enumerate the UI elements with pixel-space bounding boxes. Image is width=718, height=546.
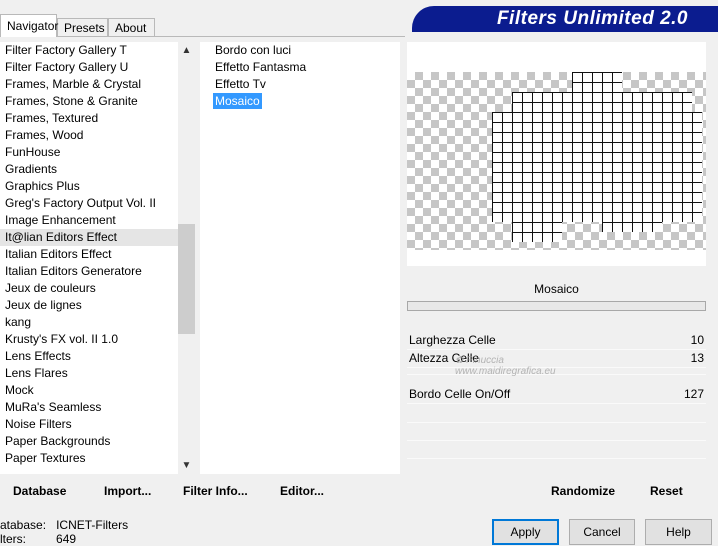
param-value[interactable]: 127	[684, 386, 704, 403]
category-item[interactable]: FunHouse	[0, 144, 178, 161]
editor-button[interactable]: Editor...	[280, 484, 324, 498]
scroll-down-icon[interactable]: ▼	[178, 457, 195, 474]
category-item[interactable]: Jeux de lignes	[0, 297, 178, 314]
category-item[interactable]: Paper Textures	[0, 450, 178, 467]
filter-item-label: Effetto Fantasma	[215, 60, 307, 74]
category-item[interactable]: Greg's Factory Output Vol. II	[0, 195, 178, 212]
param-divider	[407, 440, 706, 441]
category-item[interactable]: Italian Editors Effect	[0, 246, 178, 263]
param-row[interactable]: Larghezza Celle 10	[407, 332, 706, 350]
preview-mosaic-upper	[512, 92, 692, 112]
database-value: ICNET-Filters	[56, 518, 129, 532]
filter-item-label: Effetto Tv	[215, 77, 266, 91]
param-row[interactable]: Altezza Celle 13	[407, 350, 706, 368]
category-item[interactable]: Noise Filters	[0, 416, 178, 433]
preview-mosaic-bottom-left	[512, 222, 562, 242]
category-item[interactable]: It@lian Editors Effect	[0, 229, 178, 246]
category-scrollbar[interactable]: ▲ ▼	[178, 42, 195, 474]
tab-about[interactable]: About	[108, 18, 155, 36]
randomize-button[interactable]: Randomize	[551, 484, 615, 498]
preview-mosaic-bottom-right	[602, 222, 662, 232]
tab-navigator[interactable]: Navigator	[0, 14, 58, 37]
tab-presets[interactable]: Presets	[57, 18, 108, 36]
category-item[interactable]: Jeux de couleurs	[0, 280, 178, 297]
parameter-panel: Mosaico Larghezza Celle 10 Altezza Celle…	[407, 278, 706, 474]
filter-item-label: Mosaico	[213, 93, 262, 109]
filters-unlimited-banner: Filters Unlimited 2.0	[412, 6, 718, 32]
category-item[interactable]: Lens Effects	[0, 348, 178, 365]
param-divider	[407, 422, 706, 423]
import-button[interactable]: Import...	[104, 484, 151, 498]
apply-button[interactable]: Apply	[492, 519, 559, 545]
category-item[interactable]: Lens Flares	[0, 365, 178, 382]
category-item[interactable]: Image Enhancement	[0, 212, 178, 229]
category-item[interactable]: Frames, Marble & Crystal	[0, 76, 178, 93]
watermark-logo: ✿ Pinuccia www.maidiregrafica.eu	[455, 355, 556, 377]
reset-button[interactable]: Reset	[650, 484, 683, 498]
filters-count-value: 649	[56, 532, 77, 546]
filter-item[interactable]: Bordo con luci	[200, 42, 400, 59]
scroll-thumb[interactable]	[178, 224, 195, 334]
database-button[interactable]: Database	[13, 484, 66, 498]
help-button[interactable]: Help	[645, 519, 712, 545]
param-divider	[407, 374, 706, 375]
param-row[interactable]: Bordo Celle On/Off 127	[407, 386, 706, 404]
tab-strip: Navigator Presets About	[0, 14, 300, 37]
category-item[interactable]: Krusty's FX vol. II 1.0	[0, 331, 178, 348]
filter-list[interactable]: Bordo con luci Effetto Fantasma Effetto Tv…	[200, 42, 400, 474]
database-label: atabase:	[0, 518, 47, 532]
param-label: Bordo Celle On/Off	[409, 387, 511, 401]
category-list[interactable]: Filter Factory Gallery T Filter Factory G…	[0, 42, 178, 474]
category-item[interactable]: Frames, Wood	[0, 127, 178, 144]
filter-item-label: Bordo con luci	[215, 43, 292, 57]
scroll-up-icon[interactable]: ▲	[178, 42, 195, 59]
category-item[interactable]: Gradients	[0, 161, 178, 178]
param-value[interactable]: 10	[691, 332, 704, 349]
filter-item[interactable]: Effetto Tv	[200, 76, 400, 93]
preview-mosaic-body	[492, 112, 702, 222]
param-label: Larghezza Celle	[409, 333, 496, 347]
category-item[interactable]: Graphics Plus	[0, 178, 178, 195]
category-item[interactable]: Italian Editors Generatore	[0, 263, 178, 280]
filter-item[interactable]: Effetto Fantasma	[200, 59, 400, 76]
cancel-button[interactable]: Cancel	[569, 519, 635, 545]
param-divider	[407, 458, 706, 459]
category-item[interactable]: Frames, Stone & Granite	[0, 93, 178, 110]
category-item[interactable]: Mock	[0, 382, 178, 399]
tab-divider	[0, 36, 405, 37]
filter-info-button[interactable]: Filter Info...	[183, 484, 248, 498]
category-item[interactable]: Filter Factory Gallery U	[0, 59, 178, 76]
filter-item[interactable]: Mosaico	[200, 93, 400, 110]
preview-area	[407, 42, 706, 266]
filters-count-label: lters:	[0, 532, 27, 546]
filter-progress-bar	[407, 301, 706, 311]
category-item[interactable]: Filter Factory Gallery T	[0, 42, 178, 59]
category-item[interactable]: Frames, Textured	[0, 110, 178, 127]
category-item[interactable]: MuRa's Seamless	[0, 399, 178, 416]
category-item[interactable]: kang	[0, 314, 178, 331]
preview-mosaic-top	[572, 72, 622, 92]
param-value[interactable]: 13	[691, 350, 704, 367]
category-item[interactable]: Paper Backgrounds	[0, 433, 178, 450]
selected-filter-name: Mosaico	[534, 282, 579, 296]
